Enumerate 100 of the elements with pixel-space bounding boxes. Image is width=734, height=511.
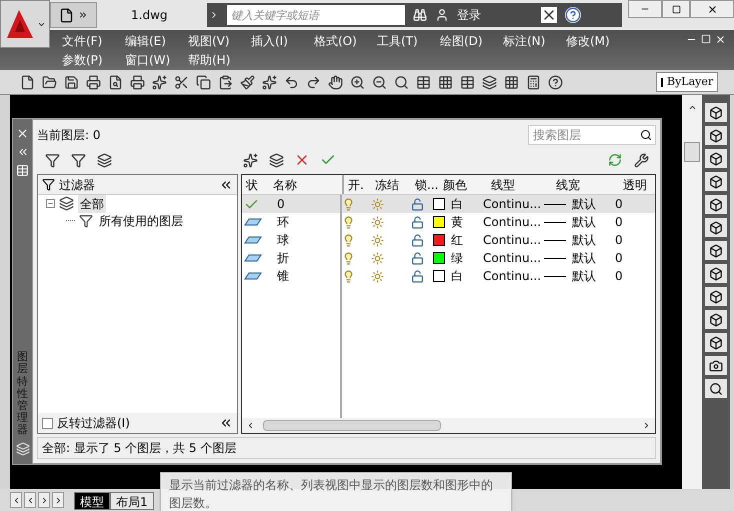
column-header[interactable]: 冻结 <box>371 175 411 194</box>
cube-icon[interactable] <box>705 241 727 260</box>
menu-item[interactable]: 格式(O) <box>314 32 377 51</box>
menu-item[interactable]: 视图(V) <box>188 32 251 51</box>
unlock-icon[interactable] <box>411 216 424 228</box>
bulb-icon[interactable] <box>342 234 355 246</box>
layer-row[interactable]: 0 白 Continu... 默认 0 <box>242 195 655 213</box>
menu-item[interactable]: 窗口(W) <box>125 51 188 70</box>
linetype: Continu... <box>482 268 542 285</box>
tab-nav-button[interactable] <box>38 492 50 508</box>
binoculars-icon[interactable] <box>413 8 427 22</box>
maximize-icon <box>672 4 680 14</box>
menu-item[interactable]: 帮助(H) <box>188 51 251 70</box>
transparency: 0 <box>614 214 624 231</box>
color-swatch[interactable] <box>433 234 445 246</box>
layout-tab[interactable]: 布局1 <box>110 492 154 510</box>
tab-nav-button[interactable] <box>10 492 22 508</box>
layer-row[interactable]: 环 黄 Continu... 默认 0 <box>242 213 655 231</box>
color-swatch[interactable] <box>433 216 445 228</box>
scrollbar-thumb[interactable] <box>684 142 700 162</box>
bulb-icon[interactable] <box>342 198 355 210</box>
cube-icon[interactable] <box>705 172 727 191</box>
maximize-button[interactable] <box>662 0 690 18</box>
invert-checkbox[interactable] <box>42 418 53 428</box>
menu-item[interactable]: 绘图(D) <box>440 32 503 51</box>
collapse-toggle[interactable] <box>46 199 55 208</box>
column-header[interactable]: 透明 <box>619 175 655 194</box>
layer-dropdown[interactable]: ByLayer <box>656 72 718 92</box>
zoom-icon[interactable] <box>705 379 727 398</box>
bulb-icon[interactable] <box>342 252 355 264</box>
scrollbar-thumb[interactable] <box>263 420 441 431</box>
menu-item[interactable]: 参数(P) <box>62 51 125 70</box>
menu-item[interactable]: 标注(N) <box>503 32 566 51</box>
sun-icon[interactable] <box>371 270 384 282</box>
scroll-up-icon[interactable] <box>688 103 696 112</box>
application-menu-button[interactable] <box>0 0 50 48</box>
sun-icon[interactable] <box>371 252 384 264</box>
sun-icon[interactable] <box>371 216 384 228</box>
cube-icon[interactable] <box>705 310 727 329</box>
cube-icon[interactable] <box>705 126 727 145</box>
layer-row[interactable]: 折 绿 Continu... 默认 0 <box>242 249 655 267</box>
menu-item[interactable]: 修改(M) <box>566 32 629 51</box>
vertical-scrollbar[interactable] <box>682 95 702 489</box>
lineweight: 默认 <box>572 232 596 249</box>
column-header[interactable]: 名称 <box>269 175 342 194</box>
layer-name: 球 <box>276 232 290 249</box>
more-icon[interactable] <box>78 10 88 20</box>
tree-item[interactable]: 全部 <box>78 194 106 212</box>
unlock-icon[interactable] <box>411 252 424 264</box>
column-header[interactable]: 线型 <box>487 175 552 194</box>
cube-icon[interactable] <box>705 264 727 283</box>
restore-icon[interactable] <box>701 34 711 44</box>
column-header[interactable]: 锁... <box>411 175 439 194</box>
new-file-icon[interactable] <box>59 8 74 22</box>
tab-nav-button[interactable] <box>24 492 36 508</box>
layer-row[interactable]: 锥 白 Continu... 默认 0 <box>242 267 655 285</box>
cube-icon[interactable] <box>705 287 727 306</box>
tab-nav-button[interactable] <box>52 492 64 508</box>
current-layer-label: 当前图层: 0 <box>37 127 100 144</box>
cube-icon[interactable] <box>705 149 727 168</box>
column-header[interactable]: 状 <box>242 175 269 194</box>
color-swatch[interactable] <box>433 252 445 264</box>
help-icon[interactable] <box>565 7 581 23</box>
view-icon[interactable] <box>705 103 727 122</box>
cube-icon[interactable] <box>705 218 727 237</box>
layer-row[interactable]: 球 红 Continu... 默认 0 <box>242 231 655 249</box>
close-icon[interactable] <box>715 34 726 45</box>
horizontal-scrollbar[interactable] <box>242 418 655 433</box>
close-button[interactable] <box>690 0 734 18</box>
file-tab[interactable]: 1.dwg <box>131 6 201 24</box>
sun-icon[interactable] <box>371 234 384 246</box>
search-field[interactable]: 键入关键字或短语 <box>227 5 405 25</box>
color-swatch[interactable] <box>433 198 445 210</box>
bulb-icon[interactable] <box>342 270 355 282</box>
layout-tab[interactable]: 模型 <box>74 492 110 510</box>
column-header[interactable]: 颜色 <box>439 175 487 194</box>
scroll-right-icon[interactable] <box>642 421 651 430</box>
unlock-icon[interactable] <box>411 270 424 282</box>
scroll-left-icon[interactable] <box>246 421 255 430</box>
column-header[interactable]: 线宽 <box>552 175 619 194</box>
camera-icon[interactable] <box>705 356 727 375</box>
menu-item[interactable]: 插入(I) <box>251 32 314 51</box>
menu-item[interactable]: 编辑(E) <box>125 32 188 51</box>
search-field[interactable]: 搜索图层 <box>528 125 656 145</box>
unlock-icon[interactable] <box>411 234 424 246</box>
user-icon[interactable] <box>435 8 449 22</box>
cube-icon[interactable] <box>705 333 727 352</box>
menu-item[interactable]: 工具(T) <box>377 32 440 51</box>
color-swatch[interactable] <box>433 270 445 282</box>
filter-icon <box>42 178 55 191</box>
transparency: 0 <box>614 196 624 213</box>
bulb-icon[interactable] <box>342 216 355 228</box>
unlock-icon[interactable] <box>411 198 424 210</box>
close-icon[interactable] <box>16 127 29 140</box>
tree-item[interactable]: 所有使用的图层 <box>97 212 185 230</box>
login-link[interactable]: 登录 <box>457 6 533 24</box>
auto-hide-icon[interactable] <box>16 146 28 158</box>
transparency: 0 <box>614 250 624 267</box>
menu-item[interactable]: 文件(F) <box>62 32 125 51</box>
cube-icon[interactable] <box>705 195 727 214</box>
